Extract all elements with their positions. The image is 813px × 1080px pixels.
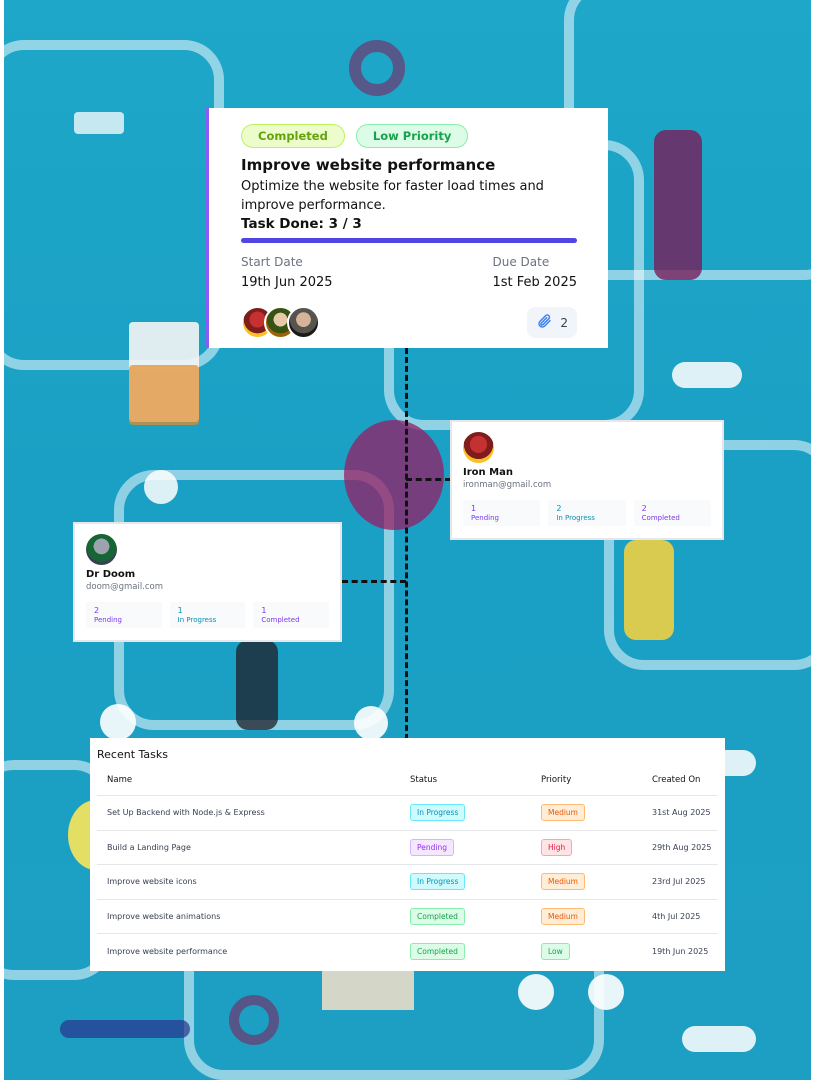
stat-label: Completed xyxy=(261,616,300,624)
status-cell: Completed xyxy=(410,899,541,934)
start-date-value: 19th Jun 2025 xyxy=(241,275,333,290)
start-date: Start Date 19th Jun 2025 xyxy=(241,255,333,290)
header-status: Status xyxy=(410,775,541,796)
user-name: Iron Man xyxy=(463,467,513,478)
status-badge: Completed xyxy=(241,124,345,148)
connector-line-ironman xyxy=(406,478,451,481)
attachment-count: 2 xyxy=(560,315,568,330)
stat-value: 1 xyxy=(471,504,477,513)
stat-label: Pending xyxy=(471,514,499,522)
recent-tasks-panel: Recent Tasks Name Status Priority Create… xyxy=(90,738,725,971)
stat-in-progress: 1 In Progress xyxy=(169,602,246,628)
status-badge: Pending xyxy=(410,838,454,856)
user-email: doom@gmail.com xyxy=(86,582,164,592)
priority-cell: Medium xyxy=(541,864,652,900)
status-cell: In Progress xyxy=(410,864,541,900)
task-card[interactable]: Completed Low Priority Improve website p… xyxy=(206,108,608,348)
stat-value: 2 xyxy=(641,504,647,513)
stat-in-progress: 2 In Progress xyxy=(548,500,626,526)
created-cell: 31st Aug 2025 xyxy=(652,795,718,831)
due-date: Due Date 1st Feb 2025 xyxy=(492,255,577,290)
due-date-value: 1st Feb 2025 xyxy=(492,275,577,290)
created-cell: 4th Jul 2025 xyxy=(652,899,718,934)
stat-label: Pending xyxy=(94,616,122,624)
connector-line-vertical xyxy=(405,348,408,740)
task-name-cell: Build a Landing Page xyxy=(97,830,410,865)
table-row[interactable]: Build a Landing Page Pending High 29th A… xyxy=(97,830,718,865)
start-date-label: Start Date xyxy=(241,255,303,269)
progress-bar xyxy=(241,238,577,243)
task-name-cell: Set Up Backend with Node.js & Express xyxy=(97,795,410,831)
recent-tasks-title: Recent Tasks xyxy=(97,748,168,761)
table-row[interactable]: Improve website icons In Progress Medium… xyxy=(97,864,718,900)
status-cell: Pending xyxy=(410,830,541,865)
user-name: Dr Doom xyxy=(86,569,136,580)
connector-line-drdoom xyxy=(342,580,406,583)
created-cell: 23rd Jul 2025 xyxy=(652,864,718,900)
task-title: Improve website performance xyxy=(241,156,496,174)
stat-value: 1 xyxy=(177,606,183,615)
table-row[interactable]: Improve website performance Completed Lo… xyxy=(97,934,718,969)
created-cell: 29th Aug 2025 xyxy=(652,830,718,865)
header-priority: Priority xyxy=(541,775,652,796)
status-badge: In Progress xyxy=(410,873,466,891)
priority-cell: High xyxy=(541,830,652,865)
avatar xyxy=(86,534,117,565)
priority-badge: Low Priority xyxy=(355,124,469,148)
stat-completed: 2 Completed xyxy=(633,500,711,526)
avatar xyxy=(463,432,494,463)
stat-value: 1 xyxy=(261,606,267,615)
task-name-cell: Improve website animations xyxy=(97,899,410,934)
created-cell: 19th Jun 2025 xyxy=(652,946,709,956)
priority-badge: Medium xyxy=(541,907,585,925)
status-cell: Completed xyxy=(410,934,541,969)
task-description: Optimize the website for faster load tim… xyxy=(241,179,544,213)
status-badge: Completed xyxy=(410,942,465,960)
table-header-row: Name Status Priority Created On xyxy=(97,775,718,796)
user-stats: 1 Pending 2 In Progress 2 Completed xyxy=(463,500,711,526)
attachments-button[interactable]: 2 xyxy=(527,307,577,338)
stat-label: In Progress xyxy=(556,514,595,522)
recent-tasks-table: Name Status Priority Created On Set Up B… xyxy=(97,775,718,968)
stat-value: 2 xyxy=(556,504,562,513)
user-card-drdoom[interactable]: Dr Doom doom@gmail.com 2 Pending 1 In Pr… xyxy=(73,522,342,642)
status-badge: In Progress xyxy=(410,804,466,822)
priority-badge: Medium xyxy=(541,873,585,891)
priority-cell: Medium xyxy=(541,795,652,831)
user-stats: 2 Pending 1 In Progress 1 Completed xyxy=(86,602,330,628)
card-footer: 2 xyxy=(241,306,577,339)
avatar xyxy=(287,306,320,339)
stat-pending: 1 Pending xyxy=(463,500,541,526)
priority-badge: Medium xyxy=(541,804,585,822)
progress-bar-fill xyxy=(241,238,577,243)
task-name-cell: Improve website icons xyxy=(97,864,410,900)
table-row[interactable]: Improve website animations Completed Med… xyxy=(97,899,718,934)
header-name: Name xyxy=(97,775,410,796)
stat-value: 2 xyxy=(94,606,100,615)
user-card-ironman[interactable]: Iron Man ironman@gmail.com 1 Pending 2 I… xyxy=(450,420,724,540)
stat-completed: 1 Completed xyxy=(253,602,330,628)
due-date-label: Due Date xyxy=(492,255,550,269)
status-badge: Completed xyxy=(410,907,465,925)
stat-label: Completed xyxy=(641,514,680,522)
table-row[interactable]: Set Up Backend with Node.js & Express In… xyxy=(97,795,718,831)
paperclip-icon xyxy=(536,313,552,332)
stat-pending: 2 Pending xyxy=(86,602,162,628)
date-row: Start Date 19th Jun 2025 Due Date 1st Fe… xyxy=(241,255,577,290)
priority-badge: Low xyxy=(541,942,570,960)
stat-label: In Progress xyxy=(177,616,217,624)
priority-badge: High xyxy=(541,838,573,856)
status-cell: In Progress xyxy=(410,795,541,831)
task-tags: Completed Low Priority xyxy=(241,124,576,148)
assignee-avatars xyxy=(241,306,320,339)
task-name-cell: Improve website performance xyxy=(107,946,228,956)
priority-cell: Low xyxy=(541,934,652,969)
header-created: Created On xyxy=(652,775,718,796)
user-email: ironman@gmail.com xyxy=(463,480,552,490)
priority-cell: Medium xyxy=(541,899,652,934)
task-done-count: Task Done: 3 / 3 xyxy=(241,216,362,232)
